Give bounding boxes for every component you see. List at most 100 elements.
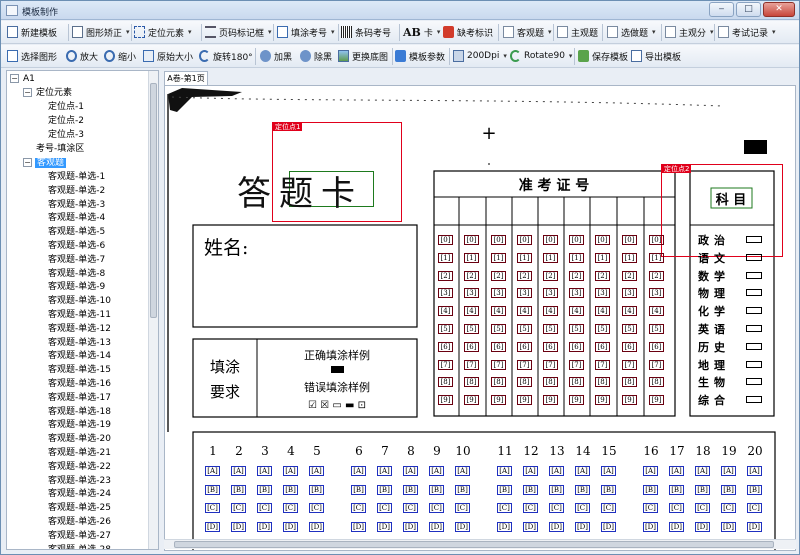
subject-bubble[interactable] bbox=[746, 271, 762, 279]
exam-id-bubble[interactable]: [4] bbox=[649, 306, 664, 317]
option-bubble[interactable]: [C] bbox=[643, 503, 658, 513]
exam-id-bubble[interactable]: [6] bbox=[569, 341, 584, 352]
chevron-down-icon[interactable]: ▾ bbox=[710, 28, 714, 36]
template-tree[interactable]: − A1− 定位元素 定位点-1 定位点-2 定位点-3 考号-填涂区 − 客观题 客观题-单选-… bbox=[6, 70, 159, 550]
option-bubble[interactable]: [C] bbox=[257, 503, 272, 513]
tb1-fill-exam-id-button[interactable]: 填涂考号 ▾ bbox=[277, 22, 335, 42]
exam-id-bubble[interactable]: [2] bbox=[622, 270, 637, 281]
canvas-h-scroll-thumb[interactable] bbox=[174, 541, 774, 548]
exam-id-bubble[interactable]: [9] bbox=[622, 395, 637, 406]
option-bubble[interactable]: [A] bbox=[257, 466, 272, 476]
exam-id-bubble[interactable]: [7] bbox=[649, 359, 664, 370]
option-bubble[interactable]: [C] bbox=[523, 503, 538, 513]
tree-node-objective-item[interactable]: 客观题-单选-28 bbox=[48, 544, 111, 549]
subject-bubble[interactable] bbox=[746, 360, 762, 368]
tree-node-locate-point[interactable]: 定位点-3 bbox=[48, 129, 84, 141]
chevron-down-icon[interactable]: ▾ bbox=[652, 28, 656, 36]
exam-id-bubble[interactable]: [3] bbox=[569, 288, 584, 299]
tree-node-objective-item[interactable]: 客观题-单选-8 bbox=[48, 268, 105, 280]
option-bubble[interactable]: [D] bbox=[205, 521, 220, 532]
tree-node-objective-item[interactable]: 客观题-单选-24 bbox=[48, 488, 111, 500]
exam-id-bubble[interactable]: [7] bbox=[464, 359, 479, 370]
exam-id-bubble[interactable]: [5] bbox=[649, 324, 664, 334]
subject-bubble[interactable] bbox=[746, 289, 762, 297]
exam-id-bubble[interactable]: [2] bbox=[438, 270, 453, 281]
exam-id-bubble[interactable]: [5] bbox=[569, 324, 584, 334]
option-bubble[interactable]: [D] bbox=[643, 521, 658, 532]
tree-node-objective-item[interactable]: 客观题-单选-10 bbox=[48, 295, 111, 307]
tb1-objective-button[interactable]: 客观题 ▾ bbox=[503, 22, 552, 42]
option-bubble[interactable]: [C] bbox=[601, 503, 616, 513]
tree-toggle-root[interactable]: − bbox=[10, 74, 19, 83]
subject-bubble[interactable] bbox=[746, 253, 762, 261]
exam-id-bubble[interactable]: [0] bbox=[517, 235, 532, 245]
option-bubble[interactable]: [C] bbox=[695, 503, 710, 513]
exam-id-bubble[interactable]: [8] bbox=[622, 377, 637, 388]
exam-id-bubble[interactable]: [3] bbox=[517, 288, 532, 299]
option-bubble[interactable]: [C] bbox=[549, 503, 564, 513]
tb1-new-doc-button[interactable]: 新建模板 bbox=[7, 22, 57, 42]
option-bubble[interactable]: [A] bbox=[377, 466, 392, 476]
tb2-replace-image-button[interactable]: 更换底图 bbox=[338, 46, 388, 66]
tree-node-objective-item[interactable]: 客观题-单选-11 bbox=[48, 309, 111, 321]
option-bubble[interactable]: [B] bbox=[309, 484, 324, 495]
option-bubble[interactable]: [D] bbox=[351, 521, 366, 532]
tree-node-objective-item[interactable]: 客观题-单选-6 bbox=[48, 240, 105, 252]
option-bubble[interactable]: [B] bbox=[747, 484, 762, 495]
minimize-button[interactable]: ‒ bbox=[709, 2, 734, 17]
option-bubble[interactable]: [B] bbox=[497, 484, 512, 495]
tree-node-objective-item[interactable]: 客观题-单选-15 bbox=[48, 364, 111, 376]
chevron-down-icon[interactable]: ▾ bbox=[569, 52, 573, 60]
tree-node-objective-item[interactable]: 客观题-单选-4 bbox=[48, 212, 105, 224]
exam-id-bubble[interactable]: [7] bbox=[438, 359, 453, 370]
option-bubble[interactable]: [C] bbox=[747, 503, 762, 513]
exam-id-bubble[interactable]: [1] bbox=[622, 252, 637, 263]
tb1-locate-button[interactable]: 定位元素 ▾ bbox=[134, 22, 192, 42]
exam-id-bubble[interactable]: [1] bbox=[517, 252, 532, 263]
exam-id-bubble[interactable]: [5] bbox=[543, 324, 558, 334]
exam-id-bubble[interactable]: [4] bbox=[438, 306, 453, 317]
option-bubble[interactable]: [C] bbox=[575, 503, 590, 513]
option-bubble[interactable]: [C] bbox=[309, 503, 324, 513]
option-bubble[interactable]: [D] bbox=[283, 521, 298, 532]
tb2-save-template-button[interactable]: 保存模板 bbox=[578, 46, 628, 66]
exam-id-bubble[interactable]: [0] bbox=[649, 235, 664, 245]
exam-id-bubble[interactable]: [1] bbox=[543, 252, 558, 263]
tree-node-locate-point[interactable]: 定位点-2 bbox=[48, 115, 84, 127]
option-bubble[interactable]: [C] bbox=[283, 503, 298, 513]
tree-node-objective-item[interactable]: 客观题-单选-17 bbox=[48, 392, 111, 404]
option-bubble[interactable]: [B] bbox=[429, 484, 444, 495]
exam-id-bubble[interactable]: [6] bbox=[438, 341, 453, 352]
exam-id-bubble[interactable]: [3] bbox=[622, 288, 637, 299]
option-bubble[interactable]: [B] bbox=[283, 484, 298, 495]
option-bubble[interactable]: [B] bbox=[601, 484, 616, 495]
exam-id-bubble[interactable]: [0] bbox=[438, 235, 453, 245]
exam-id-bubble[interactable]: [0] bbox=[491, 235, 506, 245]
canvas-h-scrollbar[interactable] bbox=[164, 539, 796, 549]
exam-id-bubble[interactable]: [1] bbox=[569, 252, 584, 263]
exam-id-bubble[interactable]: [1] bbox=[491, 252, 506, 263]
exam-id-bubble[interactable]: [6] bbox=[595, 341, 610, 352]
exam-id-bubble[interactable]: [4] bbox=[491, 306, 506, 317]
exam-id-bubble[interactable]: [3] bbox=[649, 288, 664, 299]
exam-id-bubble[interactable]: [6] bbox=[517, 341, 532, 352]
chevron-down-icon[interactable]: ▾ bbox=[331, 28, 335, 36]
exam-id-bubble[interactable]: [2] bbox=[649, 270, 664, 281]
exam-id-bubble[interactable]: [7] bbox=[543, 359, 558, 370]
tb1-subjective-score-button[interactable]: 主观分 ▾ bbox=[665, 22, 714, 42]
exam-id-bubble[interactable]: [9] bbox=[649, 395, 664, 406]
exam-id-bubble[interactable]: [2] bbox=[543, 270, 558, 281]
tree-node-exam-id[interactable]: 考号-填涂区 bbox=[36, 143, 84, 155]
tb1-barcode-button[interactable]: 条码考号 bbox=[341, 22, 391, 42]
option-bubble[interactable]: [D] bbox=[455, 521, 470, 532]
option-bubble[interactable]: [B] bbox=[231, 484, 246, 495]
tree-node-objective-item[interactable]: 客观题-单选-3 bbox=[48, 199, 105, 211]
chevron-down-icon[interactable]: ▾ bbox=[188, 28, 192, 36]
tree-node-objective-group[interactable]: 客观题 bbox=[35, 157, 67, 169]
option-bubble[interactable]: [B] bbox=[721, 484, 736, 495]
exam-id-bubble[interactable]: [8] bbox=[569, 377, 584, 388]
exam-id-bubble[interactable]: [2] bbox=[491, 270, 506, 281]
option-bubble[interactable]: [D] bbox=[429, 521, 444, 532]
option-bubble[interactable]: [A] bbox=[497, 466, 512, 476]
exam-id-bubble[interactable]: [9] bbox=[595, 395, 610, 406]
